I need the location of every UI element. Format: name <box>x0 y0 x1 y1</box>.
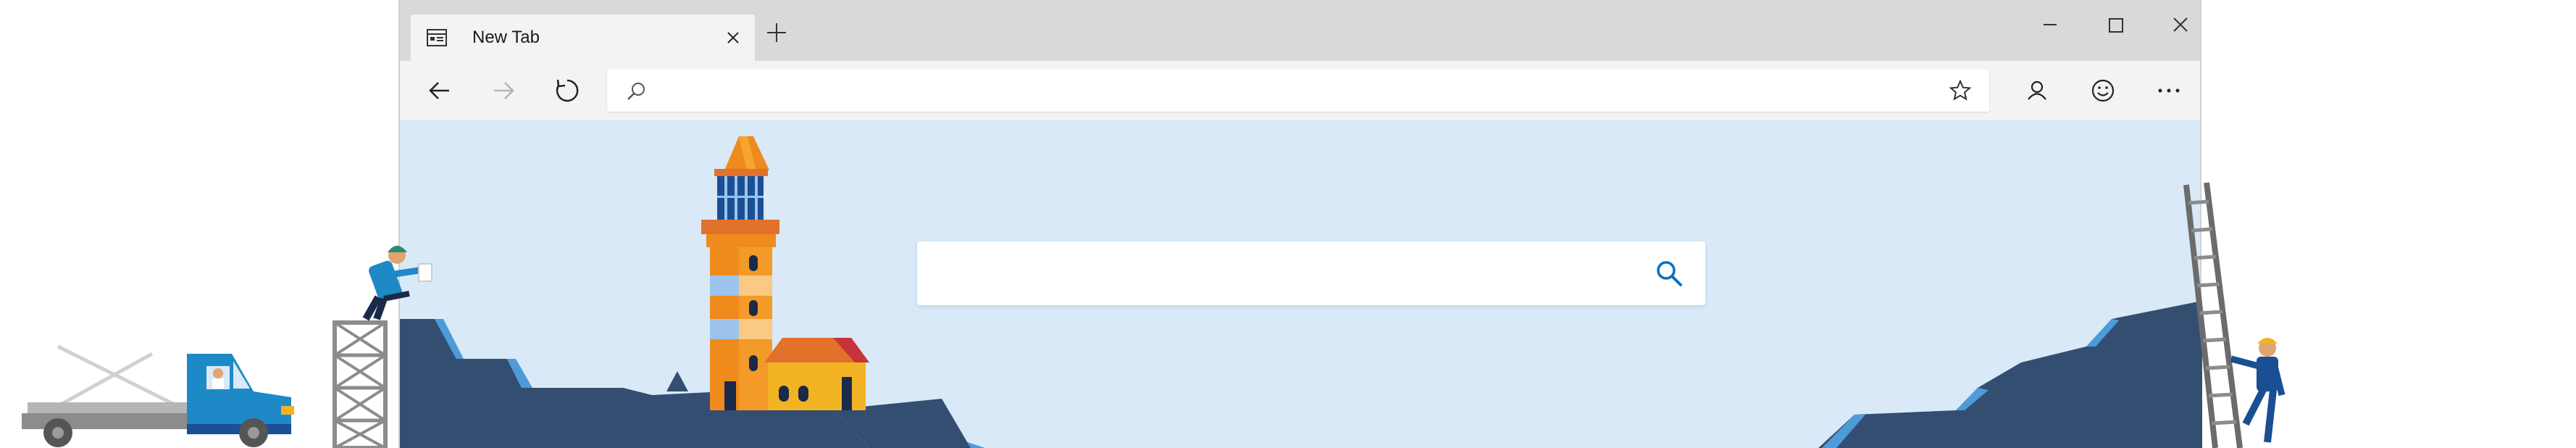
page-icon <box>427 29 447 46</box>
maximize-icon[interactable] <box>2101 10 2130 39</box>
back-arrow-icon[interactable] <box>423 74 456 107</box>
scene: New Tab <box>0 0 2576 448</box>
forward-arrow-icon[interactable] <box>487 74 520 107</box>
tab-new-tab[interactable]: New Tab <box>411 14 755 61</box>
profile-icon[interactable] <box>2020 74 2054 107</box>
search-icon <box>627 83 645 100</box>
toolbar <box>400 61 2200 120</box>
truck <box>22 344 294 447</box>
new-tab-page <box>400 120 2200 448</box>
tab-title: New Tab <box>472 28 540 47</box>
more-icon[interactable] <box>2152 74 2186 107</box>
address-input[interactable] <box>658 75 1936 107</box>
search-icon[interactable] <box>1650 254 1688 292</box>
title-bar: New Tab <box>400 0 2200 61</box>
address-bar[interactable] <box>607 70 1989 112</box>
minimize-icon[interactable] <box>2036 10 2065 39</box>
search-box[interactable] <box>917 241 1705 305</box>
close-window-icon[interactable] <box>2166 10 2195 39</box>
search-input[interactable] <box>934 254 1633 294</box>
close-icon[interactable] <box>726 30 740 45</box>
ladder-worker <box>2230 338 2286 443</box>
browser-window: New Tab <box>398 0 2201 448</box>
smiley-icon[interactable] <box>2086 74 2120 107</box>
plus-icon[interactable] <box>766 22 787 43</box>
refresh-icon[interactable] <box>551 74 584 107</box>
star-icon[interactable] <box>1949 79 1972 102</box>
scaffold <box>333 320 388 448</box>
